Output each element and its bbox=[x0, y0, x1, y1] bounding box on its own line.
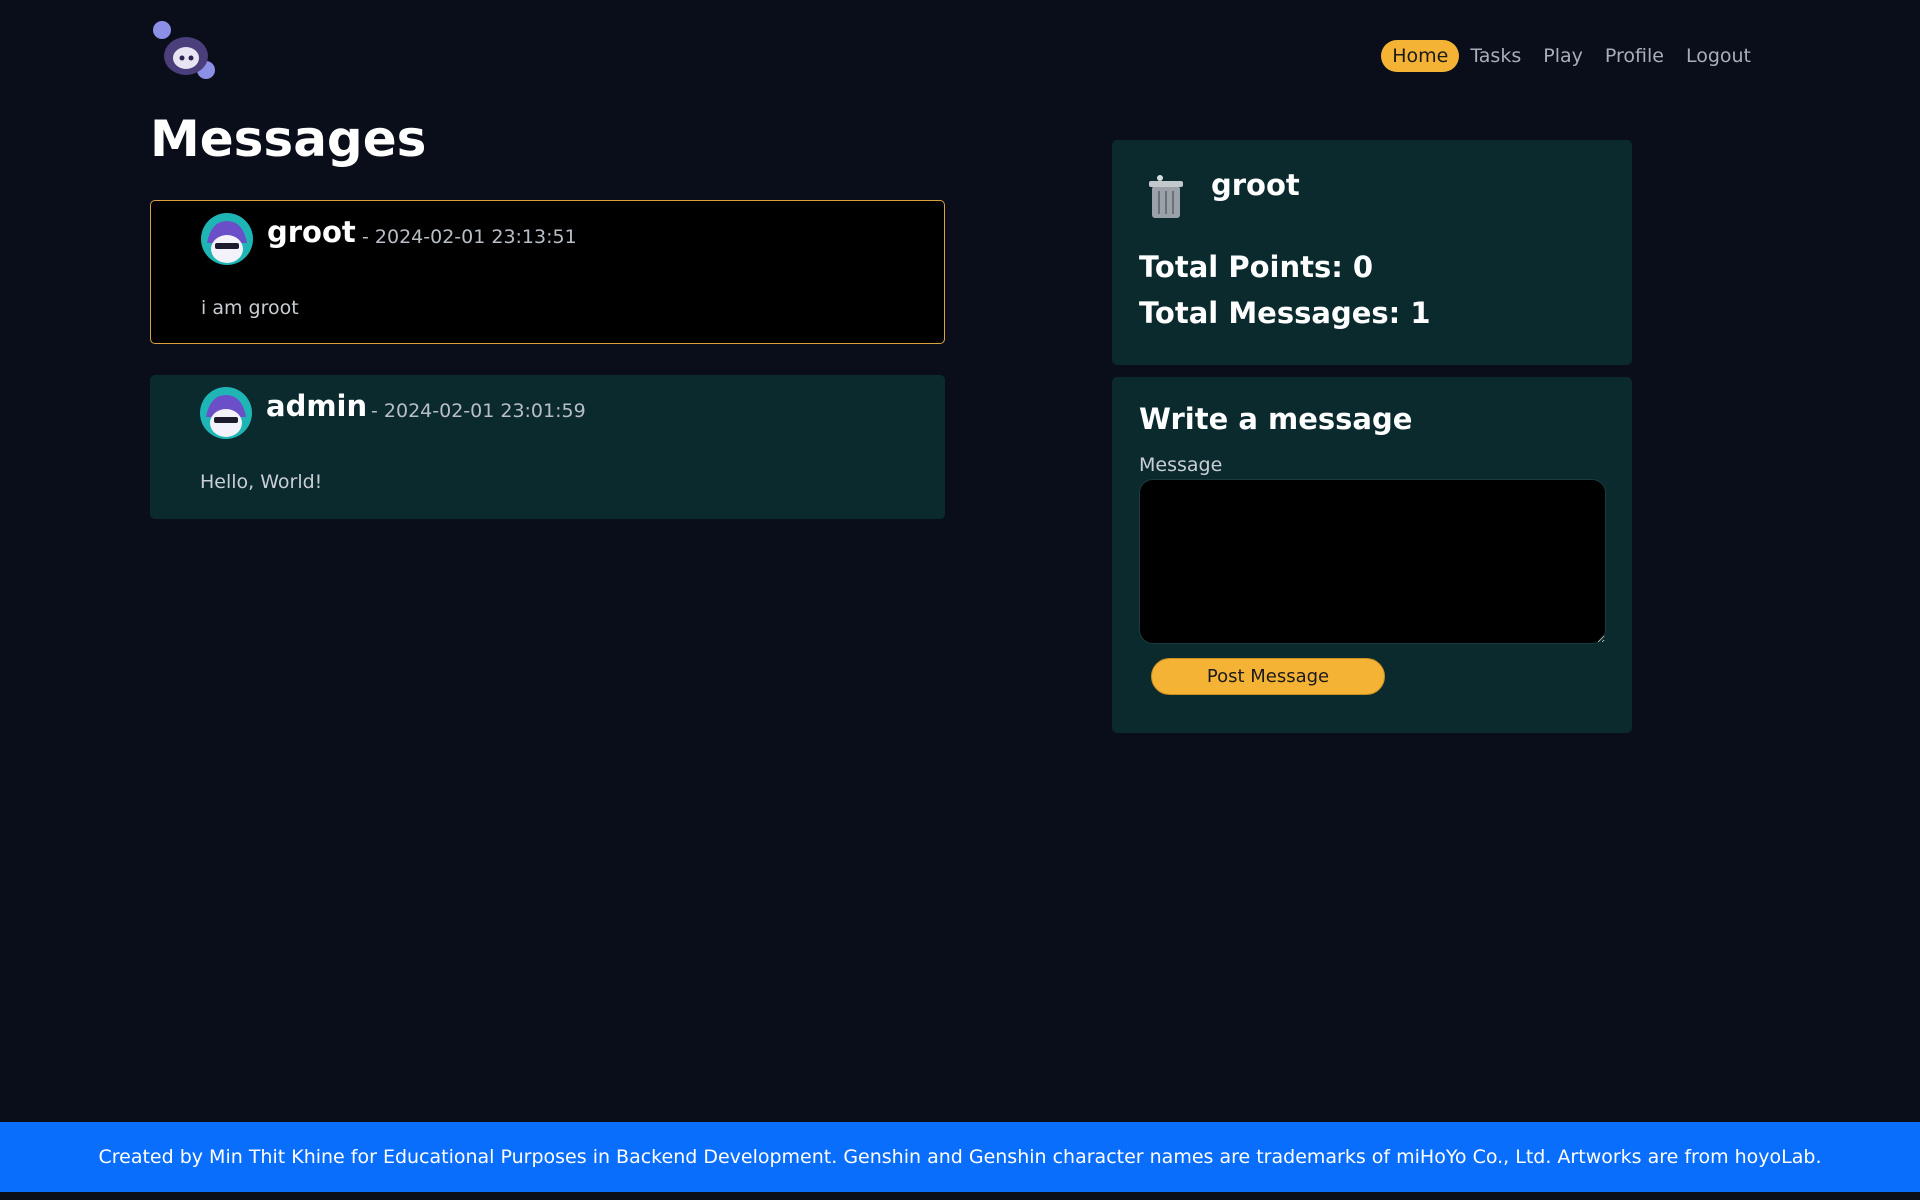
message-username: admin bbox=[266, 389, 368, 423]
message-card: groot - 2024-02-01 23:13:51 i am groot bbox=[150, 200, 945, 344]
nav-profile[interactable]: Profile bbox=[1594, 40, 1675, 72]
nav-logout[interactable]: Logout bbox=[1675, 40, 1762, 72]
message-timestamp: - 2024-02-01 23:13:51 bbox=[362, 226, 577, 248]
profile-avatar bbox=[1140, 170, 1192, 222]
total-points: Total Points: 0 bbox=[1139, 250, 1374, 284]
message-text: Hello, World! bbox=[200, 471, 323, 493]
message-field-label: Message bbox=[1139, 454, 1223, 476]
site-logo[interactable] bbox=[148, 18, 220, 82]
post-message-button[interactable]: Post Message bbox=[1151, 658, 1385, 695]
user-avatar bbox=[201, 213, 253, 265]
message-username: groot bbox=[267, 215, 356, 249]
compose-panel: Write a message Message Post Message bbox=[1112, 377, 1632, 733]
message-card: admin - 2024-02-01 23:01:59 Hello, World… bbox=[150, 375, 945, 519]
nav-home[interactable]: Home bbox=[1381, 40, 1460, 72]
page-title: Messages bbox=[150, 110, 427, 168]
footer-text: Created by Min Thit Khine for Educationa… bbox=[98, 1146, 1822, 1168]
total-messages: Total Messages: 1 bbox=[1139, 296, 1431, 330]
message-timestamp: - 2024-02-01 23:01:59 bbox=[371, 400, 586, 422]
nav-play[interactable]: Play bbox=[1532, 40, 1594, 72]
profile-username: groot bbox=[1211, 168, 1300, 202]
message-text: i am groot bbox=[201, 297, 299, 319]
footer: Created by Min Thit Khine for Educationa… bbox=[0, 1122, 1920, 1192]
main-nav: Home Tasks Play Profile Logout bbox=[1381, 40, 1762, 72]
user-avatar bbox=[200, 387, 252, 439]
compose-title: Write a message bbox=[1139, 402, 1413, 436]
profile-summary-panel: groot Total Points: 0 Total Messages: 1 bbox=[1112, 140, 1632, 365]
message-input[interactable] bbox=[1139, 479, 1606, 644]
nav-tasks[interactable]: Tasks bbox=[1459, 40, 1532, 72]
